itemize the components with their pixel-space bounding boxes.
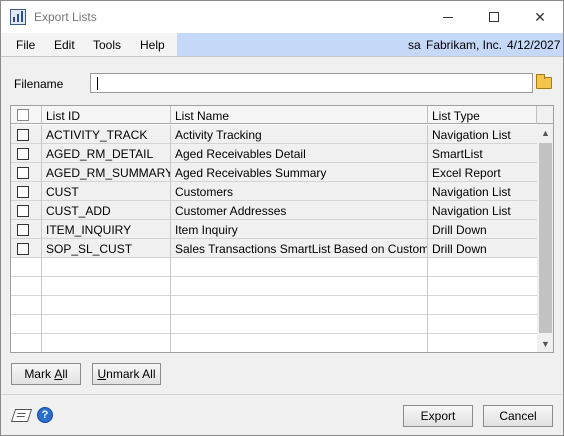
grid-rows: ACTIVITY_TRACK Activity Tracking Navigat… [11, 125, 537, 352]
browse-folder-button[interactable] [534, 73, 554, 93]
list-type-cell: SmartList [432, 147, 483, 161]
list-id-cell: SOP_SL_CUST [42, 239, 171, 258]
column-header-list-name[interactable]: List Name [171, 106, 428, 124]
list-type-cell: Navigation List [432, 204, 511, 218]
empty-row [11, 296, 537, 315]
maximize-button[interactable] [471, 1, 517, 33]
list-type-cell: Drill Down [432, 242, 487, 256]
vertical-scrollbar[interactable]: ▲ ▼ [537, 124, 553, 352]
scroll-corner [537, 106, 553, 124]
list-type-cell: Navigation List [432, 185, 511, 199]
row-checkbox[interactable] [17, 186, 29, 198]
empty-row [11, 258, 537, 277]
menu-file[interactable]: File [16, 38, 35, 52]
row-checkbox[interactable] [17, 224, 29, 236]
title-bar: Export Lists ✕ [1, 1, 563, 33]
scroll-thumb[interactable] [539, 143, 552, 333]
status-company: Fabrikam, Inc. [426, 38, 503, 52]
table-row[interactable]: SOP_SL_CUST Sales Transactions SmartList… [11, 239, 537, 258]
list-name-cell: Customer Addresses [171, 201, 428, 220]
folder-icon [536, 74, 552, 89]
header-checkbox[interactable] [17, 109, 29, 121]
table-row[interactable]: ITEM_INQUIRY Item Inquiry Drill Down [11, 220, 537, 239]
filename-input[interactable] [90, 73, 533, 93]
list-type-cell: Navigation List [432, 128, 511, 142]
window-title: Export Lists [34, 10, 97, 24]
table-row[interactable]: AGED_RM_DETAIL Aged Receivables Detail S… [11, 144, 537, 163]
menu-help[interactable]: Help [140, 38, 165, 52]
list-name-cell: Customers [171, 182, 428, 201]
empty-row [11, 315, 537, 334]
table-row[interactable]: AGED_RM_SUMMARY Aged Receivables Summary… [11, 163, 537, 182]
unmark-all-button[interactable]: Unmark All [92, 363, 161, 385]
filename-label: Filename [14, 77, 64, 91]
list-id-cell: CUST [42, 182, 171, 201]
list-id-cell: ITEM_INQUIRY [42, 220, 171, 239]
row-checkbox[interactable] [17, 129, 29, 141]
export-button[interactable]: Export [403, 405, 473, 427]
row-checkbox-cell [11, 201, 42, 220]
table-row[interactable]: CUST Customers Navigation List [11, 182, 537, 201]
note-icon[interactable] [10, 409, 33, 422]
bottom-separator [1, 394, 563, 395]
status-date: 4/12/2027 [507, 38, 561, 52]
menu-edit[interactable]: Edit [54, 38, 75, 52]
row-checkbox[interactable] [17, 205, 29, 217]
list-id-cell: AGED_RM_DETAIL [42, 144, 171, 163]
list-name-cell: Activity Tracking [171, 125, 428, 144]
row-checkbox[interactable] [17, 243, 29, 255]
scroll-down-icon[interactable]: ▼ [537, 335, 553, 352]
text-caret [97, 77, 98, 90]
close-icon: ✕ [534, 8, 546, 25]
app-icon [10, 9, 26, 25]
list-name-cell: Sales Transactions SmartList Based on Cu… [171, 239, 428, 258]
header-select-all-cell [11, 106, 42, 124]
list-id-cell: AGED_RM_SUMMARY [42, 163, 171, 182]
grid-header: List ID List Name List Type [11, 106, 537, 124]
empty-row [11, 334, 537, 352]
list-id-cell: CUST_ADD [42, 201, 171, 220]
column-header-list-id[interactable]: List ID [42, 106, 171, 124]
menu-tools[interactable]: Tools [93, 38, 121, 52]
row-checkbox-cell [11, 220, 42, 239]
column-header-list-type[interactable]: List Type [428, 106, 537, 124]
table-row[interactable]: ACTIVITY_TRACK Activity Tracking Navigat… [11, 125, 537, 144]
row-checkbox-cell [11, 239, 42, 258]
list-type-cell: Excel Report [432, 166, 501, 180]
empty-row [11, 277, 537, 296]
close-button[interactable]: ✕ [517, 1, 563, 33]
menu-bar: File Edit Tools Help sa Fabrikam, Inc. 4… [1, 33, 563, 57]
help-icon[interactable]: ? [37, 407, 53, 423]
list-id-cell: ACTIVITY_TRACK [42, 125, 171, 144]
mark-all-button[interactable]: Mark All [11, 363, 81, 385]
minimize-button[interactable] [425, 1, 471, 33]
row-checkbox[interactable] [17, 148, 29, 160]
scroll-up-icon[interactable]: ▲ [537, 124, 553, 141]
maximize-icon [489, 12, 499, 22]
row-checkbox-cell [11, 144, 42, 163]
list-name-cell: Aged Receivables Detail [171, 144, 428, 163]
row-checkbox-cell [11, 125, 42, 144]
row-checkbox-cell [11, 182, 42, 201]
lists-grid: List ID List Name List Type ACTIVITY_TRA… [10, 105, 554, 353]
status-user: sa [408, 38, 421, 52]
list-name-cell: Aged Receivables Summary [171, 163, 428, 182]
list-name-cell: Item Inquiry [171, 220, 428, 239]
row-checkbox[interactable] [17, 167, 29, 179]
list-type-cell: Drill Down [432, 223, 487, 237]
table-row[interactable]: CUST_ADD Customer Addresses Navigation L… [11, 201, 537, 220]
export-lists-window: Export Lists ✕ File Edit Tools Help sa F… [0, 0, 564, 436]
minimize-icon [443, 16, 453, 18]
cancel-button[interactable]: Cancel [483, 405, 553, 427]
row-checkbox-cell [11, 163, 42, 182]
